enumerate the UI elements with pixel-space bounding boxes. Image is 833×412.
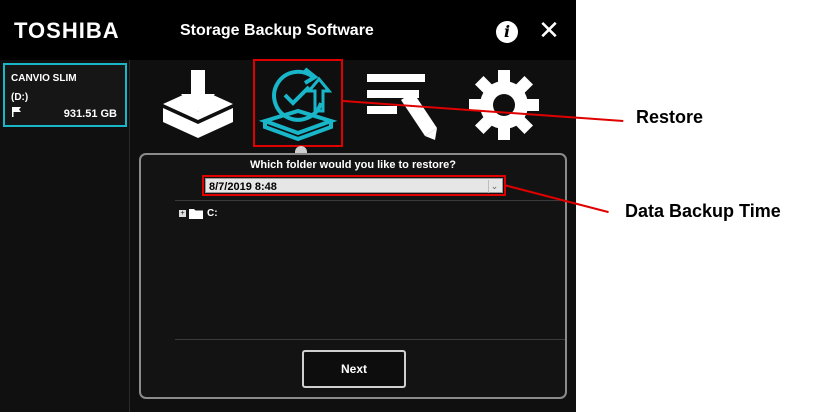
title-bar: TOSHIBA Storage Backup Software i ✕ [0, 0, 576, 60]
backup-time-callout-label: Data Backup Time [625, 201, 781, 221]
restore-panel: Which folder would you like to restore? … [139, 153, 567, 399]
brand-logo: TOSHIBA [14, 18, 120, 43]
folder-label: C: [207, 208, 218, 219]
restore-callout-label: Restore [636, 107, 704, 127]
chevron-down-icon[interactable]: ⌄ [488, 180, 500, 193]
divider-bottom [175, 339, 565, 340]
restore-icon [258, 67, 338, 142]
next-button[interactable]: Next [302, 350, 406, 388]
drive-card[interactable]: CANVIO SLIM (D:) 931.51 GB [3, 63, 127, 127]
restore-button[interactable] [253, 59, 343, 147]
restore-question: Which folder would you like to restore? [250, 159, 456, 171]
folder-icon [189, 209, 203, 219]
backup-button[interactable] [155, 64, 241, 146]
function-toolbar [131, 59, 576, 154]
flag-icon [12, 107, 21, 117]
backup-time-value: 8/7/2019 8:48 [209, 181, 277, 193]
info-icon[interactable]: i [496, 21, 518, 43]
backup-time-highlight: 8/7/2019 8:48 ⌄ [202, 175, 506, 196]
close-button[interactable]: ✕ [537, 17, 561, 43]
settings-button[interactable] [461, 64, 547, 146]
drive-capacity: 931.51 GB [63, 108, 117, 120]
download-tray-icon [163, 70, 233, 138]
expand-icon[interactable]: + [179, 210, 186, 217]
divider-top [175, 200, 565, 201]
screenshot-canvas: TOSHIBA Storage Backup Software i ✕ CANV… [0, 0, 833, 412]
drive-name: CANVIO SLIM [11, 73, 77, 84]
window-title: Storage Backup Software [180, 22, 374, 39]
backup-time-select[interactable]: 8/7/2019 8:48 ⌄ [205, 178, 503, 193]
drive-sidebar: CANVIO SLIM (D:) 931.51 GB [0, 60, 130, 412]
gear-icon [469, 70, 539, 140]
drive-letter: (D:) [11, 92, 29, 103]
app-window: TOSHIBA Storage Backup Software i ✕ CANV… [0, 0, 576, 412]
